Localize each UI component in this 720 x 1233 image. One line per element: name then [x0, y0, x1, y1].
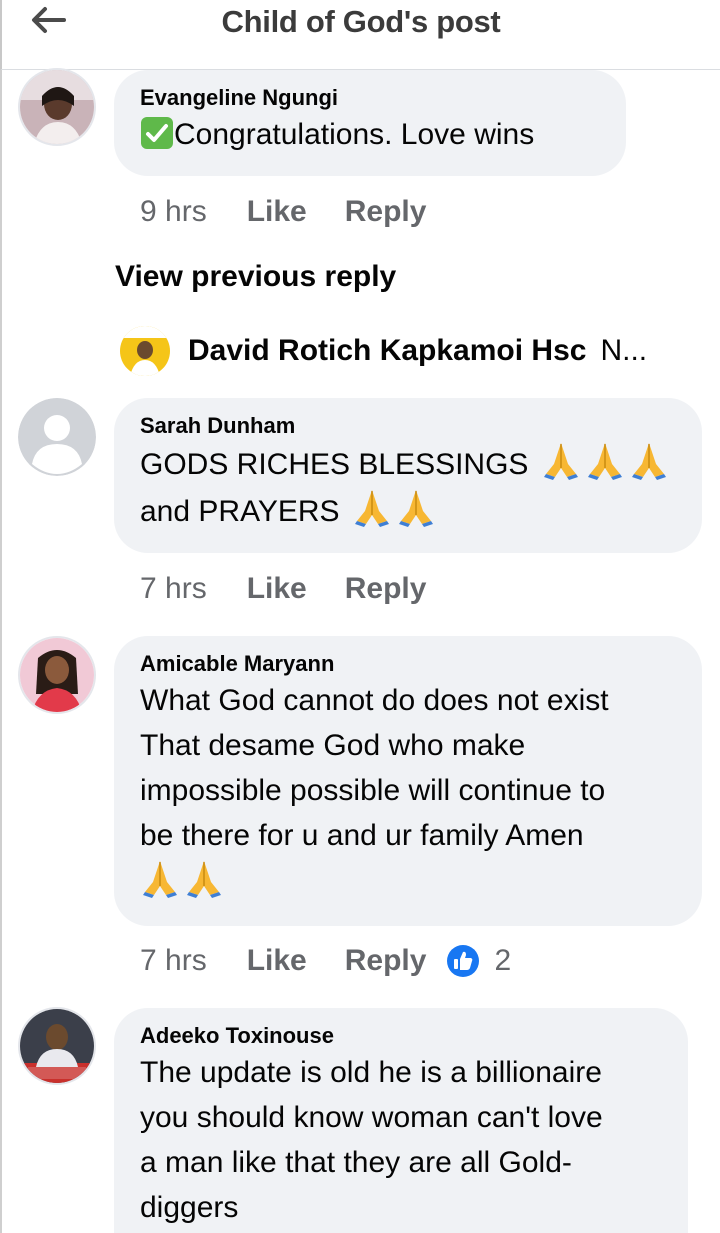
comment-author[interactable]: Sarah Dunham: [140, 412, 676, 440]
comment-author[interactable]: Amicable Maryann: [140, 650, 676, 678]
page-title: Child of God's post: [221, 4, 501, 39]
comment-text-line: The update is old he is a billionaire: [140, 1056, 602, 1089]
like-button[interactable]: Like: [247, 195, 307, 229]
comment-time[interactable]: 7 hrs: [140, 572, 207, 606]
check-mark-button-icon: [141, 117, 173, 149]
view-previous-reply-link[interactable]: View previous reply: [115, 260, 396, 294]
comment-text: Congratulations. Love wins: [140, 112, 600, 157]
comment-text-line: GODS RICHES BLESSINGS: [140, 448, 529, 481]
like-button[interactable]: Like: [247, 572, 307, 606]
comment-bubble[interactable]: Evangeline Ngungi Congratulations. Love …: [114, 70, 626, 176]
folded-hands-icon: [398, 490, 433, 527]
avatar-adeeko[interactable]: [18, 1007, 96, 1085]
reaction-summary[interactable]: 2: [446, 944, 511, 978]
comment-actions: 7 hrs Like Reply 2: [140, 941, 511, 981]
reply-button[interactable]: Reply: [345, 572, 427, 606]
avatar-david[interactable]: [120, 326, 170, 376]
reply-button[interactable]: Reply: [345, 195, 427, 229]
reply-button[interactable]: Reply: [345, 944, 427, 978]
nested-reply-preview[interactable]: David Rotich Kapkamoi Hsc N...: [120, 322, 647, 380]
folded-hands-icon: [543, 443, 578, 480]
comment-bubble[interactable]: Adeeko Toxinouse The update is old he is…: [114, 1008, 688, 1233]
comment-time[interactable]: 9 hrs: [140, 195, 207, 229]
folded-hands-icon: [587, 443, 622, 480]
comment-text: What God cannot do does not exist That d…: [140, 678, 676, 905]
comment-text-line: be there for u and ur family Amen: [140, 819, 584, 852]
comment-actions: 7 hrs Like Reply: [140, 569, 426, 609]
comment-text-line: impossible possible will continue to: [140, 774, 606, 807]
comment-text: GODS RICHES BLESSINGS and PRAYERS: [140, 440, 676, 534]
comments-page: Child of God's post Evangeline Ngungi Co…: [0, 0, 720, 1233]
comment-author[interactable]: Evangeline Ngungi: [140, 84, 600, 112]
avatar-amicable[interactable]: [18, 636, 96, 714]
folded-hands-icon: [354, 490, 389, 527]
comment-time[interactable]: 7 hrs: [140, 944, 207, 978]
top-bar: Child of God's post: [0, 0, 720, 70]
comment-bubble[interactable]: Amicable Maryann What God cannot do does…: [114, 636, 702, 926]
like-reaction-icon: [447, 945, 480, 977]
edge-divider: [0, 70, 2, 1233]
nested-reply-snippet: N...: [600, 334, 648, 367]
reaction-count: 2: [494, 944, 512, 977]
avatar-sarah[interactable]: [18, 398, 96, 476]
comment-text-line: and PRAYERS: [140, 495, 340, 528]
comment-text-line: That desame God who make: [140, 729, 526, 762]
comment-actions: 9 hrs Like Reply: [140, 192, 426, 232]
comment-text-line: you should know woman can't love: [140, 1101, 603, 1134]
avatar-evangeline[interactable]: [18, 68, 96, 146]
folded-hands-icon: [631, 443, 666, 480]
comment-text-line: Congratulations. Love wins: [174, 118, 535, 151]
comment-bubble[interactable]: Sarah Dunham GODS RICHES BLESSINGS and P…: [114, 398, 702, 553]
comment-text-line: diggers: [140, 1191, 239, 1224]
nested-reply-author[interactable]: David Rotich Kapkamoi Hsc: [188, 334, 586, 368]
comment-text: The update is old he is a billionaire yo…: [140, 1050, 662, 1230]
folded-hands-icon: [143, 861, 177, 898]
comment-text-line: a man like that they are all Gold-: [140, 1146, 572, 1179]
folded-hands-icon: [187, 861, 221, 898]
comment-author[interactable]: Adeeko Toxinouse: [140, 1022, 662, 1050]
comment-text-line: What God cannot do does not exist: [140, 684, 609, 717]
like-button[interactable]: Like: [247, 944, 307, 978]
